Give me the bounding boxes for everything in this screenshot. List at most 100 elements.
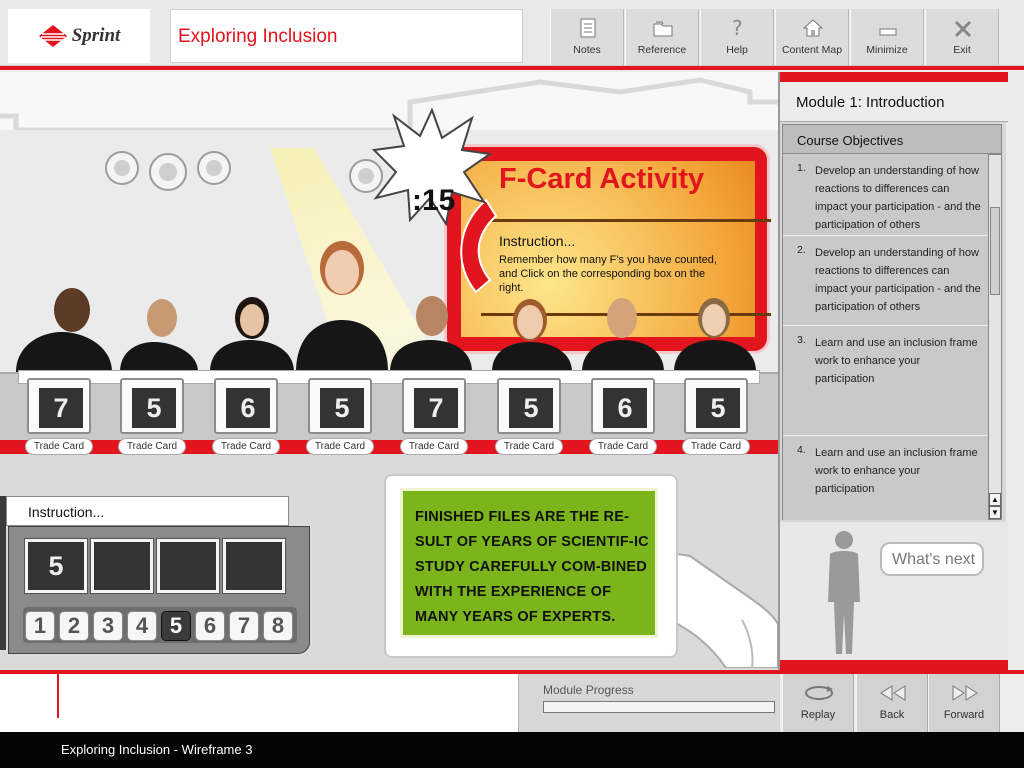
number-key[interactable]: 8	[263, 611, 293, 641]
scroll-up-icon[interactable]: ▲	[989, 493, 1001, 506]
card-number: 5	[696, 388, 740, 428]
forward-icon	[952, 685, 978, 701]
reference-label: Reference	[637, 44, 687, 56]
scroll-down-icon[interactable]: ▼	[989, 506, 1001, 519]
card-face: 5	[497, 378, 561, 434]
number-key[interactable]: 3	[93, 611, 123, 641]
course-title: Exploring Inclusion	[178, 26, 338, 47]
trade-card[interactable]: 5 Trade Card	[682, 378, 750, 456]
module-title: Module 1: Introduction	[796, 94, 945, 111]
card-face: 6	[591, 378, 655, 434]
trade-card-button[interactable]: Trade Card	[495, 438, 563, 455]
close-icon	[954, 20, 972, 38]
number-key[interactable]: 4	[127, 611, 157, 641]
exit-label: Exit	[953, 44, 971, 56]
objectives-header: Course Objectives	[782, 124, 1002, 154]
help-label: Help	[726, 44, 748, 56]
notes-button[interactable]: Notes	[550, 9, 624, 65]
objectives-title: Course Objectives	[797, 133, 904, 148]
trade-card-button[interactable]: Trade Card	[118, 438, 186, 455]
activity-title: F-Card Activity	[499, 163, 705, 195]
svg-text:?: ?	[732, 17, 743, 39]
timer-value: :15	[412, 184, 456, 217]
header-accent-line	[0, 66, 1024, 70]
app-window: { "header": { "brand": "Sprint", "course…	[0, 0, 1024, 768]
answer-slot[interactable]: 5	[24, 538, 88, 594]
trade-card-button[interactable]: Trade Card	[306, 438, 374, 455]
footer-blank-area	[0, 674, 518, 732]
trade-card[interactable]: 7 Trade Card	[25, 378, 93, 456]
replay-button[interactable]: Replay	[782, 674, 854, 732]
header-bar: Sprint Exploring Inclusion Notes Referen…	[0, 0, 1024, 66]
content-map-button[interactable]: Content Map	[775, 9, 849, 65]
card-number: 7	[39, 388, 83, 428]
footer-bar: Module Progress Replay Back Forward	[0, 674, 1024, 732]
card-number: 5	[132, 388, 176, 428]
back-icon	[880, 685, 906, 701]
number-key[interactable]: 1	[25, 611, 55, 641]
card-number: 5	[320, 388, 364, 428]
number-key-selected[interactable]: 5	[161, 611, 191, 641]
answer-slot[interactable]	[90, 538, 154, 594]
card-face: 7	[27, 378, 91, 434]
answer-slot[interactable]	[222, 538, 286, 594]
forward-label: Forward	[943, 709, 985, 721]
trade-card-button[interactable]: Trade Card	[25, 438, 93, 455]
trade-card[interactable]: 5 Trade Card	[495, 378, 563, 456]
card-face: 5	[308, 378, 372, 434]
sprint-logo: Sprint	[8, 9, 150, 63]
whats-next-label: What's next	[892, 551, 976, 568]
trade-card[interactable]: 5 Trade Card	[306, 378, 374, 456]
answer-slot[interactable]	[156, 538, 220, 594]
trade-card[interactable]: 6 Trade Card	[589, 378, 657, 456]
trade-card[interactable]: 5 Trade Card	[118, 378, 186, 456]
objective-number: 2.	[797, 244, 806, 256]
back-button[interactable]: Back	[856, 674, 928, 732]
caption-bar: Exploring Inclusion - Wireframe 3	[0, 732, 1024, 768]
notes-icon	[580, 18, 596, 38]
objective-text: Develop an understanding of how reaction…	[815, 165, 981, 230]
number-key[interactable]: 6	[195, 611, 225, 641]
brand-name: Sprint	[71, 25, 121, 46]
number-key[interactable]: 7	[229, 611, 259, 641]
card-face: 7	[402, 378, 466, 434]
exit-button[interactable]: Exit	[925, 9, 999, 65]
trade-card[interactable]: 6 Trade Card	[212, 378, 280, 456]
replay-label: Replay	[800, 709, 836, 721]
objectives-scrollbar[interactable]: ▲ ▼	[988, 154, 1002, 520]
sentence-card-text: FINISHED FILES ARE THE RE-SULT OF YEARS …	[415, 509, 649, 625]
trade-card-button[interactable]: Trade Card	[400, 438, 468, 455]
trade-card-button[interactable]: Trade Card	[682, 438, 750, 455]
objectives-list: 1. Develop an understanding of how react…	[782, 154, 988, 520]
objective-text: Learn and use an inclusion frame work to…	[815, 447, 978, 495]
module-progress-bar	[543, 701, 775, 713]
replay-icon	[805, 686, 833, 700]
objective-number: 1.	[797, 162, 806, 174]
trade-card[interactable]: 7 Trade Card	[400, 378, 468, 456]
sidebar-accent-top	[780, 72, 1008, 82]
stage-lights-decoration	[105, 151, 383, 193]
sidebar-accent-bottom	[780, 660, 1008, 670]
forward-button[interactable]: Forward	[928, 674, 1000, 732]
whats-next-button[interactable]: What's next	[880, 542, 984, 576]
card-tray-rail	[0, 440, 778, 454]
course-title-box: Exploring Inclusion	[170, 9, 523, 63]
sprint-diamond-icon	[38, 25, 67, 47]
objective-item: 3. Learn and use an inclusion frame work…	[783, 326, 988, 436]
sign-divider	[481, 219, 771, 222]
card-number: 6	[603, 388, 647, 428]
module-title-box: Module 1: Introduction	[780, 82, 1008, 122]
number-key[interactable]: 2	[59, 611, 89, 641]
objective-number: 4.	[797, 444, 806, 456]
card-face: 5	[120, 378, 184, 434]
scrollbar-thumb[interactable]	[990, 207, 1000, 295]
module-progress: Module Progress	[518, 674, 780, 732]
home-icon	[803, 19, 823, 37]
help-button[interactable]: ? Help	[700, 9, 774, 65]
trade-card-button[interactable]: Trade Card	[212, 438, 280, 455]
objective-number: 3.	[797, 334, 806, 346]
reference-button[interactable]: Reference	[625, 9, 699, 65]
trade-card-button[interactable]: Trade Card	[589, 438, 657, 455]
minimize-button[interactable]: Minimize	[850, 9, 924, 65]
objective-item: 1. Develop an understanding of how react…	[783, 154, 988, 236]
